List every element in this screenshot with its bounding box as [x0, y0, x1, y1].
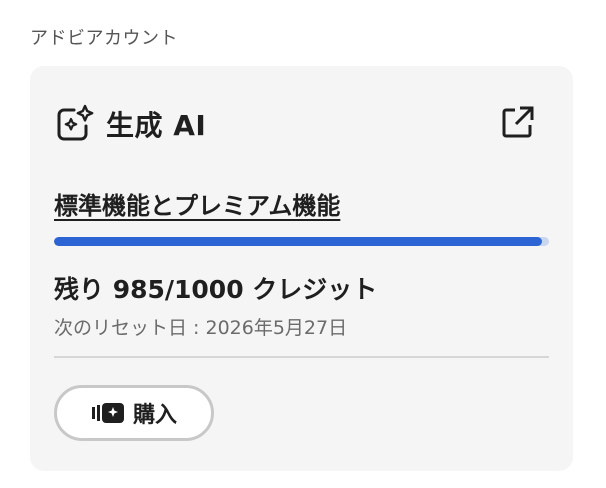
- section-title: アドビアカウント: [30, 28, 178, 49]
- credits-icon: [91, 402, 125, 424]
- card-header: 生成 AI: [54, 104, 206, 144]
- credits-progress-bar: [54, 237, 549, 246]
- generative-ai-card: 生成 AI 標準機能とプレミアム機能 残り 985/1000 クレジット 次のリ…: [30, 66, 573, 471]
- card-title: 生成 AI: [106, 109, 207, 142]
- remaining-credits: 残り 985/1000 クレジット: [54, 275, 378, 304]
- external-link-icon[interactable]: [500, 104, 536, 140]
- buy-button[interactable]: 購入: [54, 385, 214, 441]
- divider: [54, 356, 549, 358]
- buy-button-label: 購入: [132, 403, 177, 428]
- credits-progress-fill: [54, 237, 542, 246]
- reset-date: 次のリセット日 : 2026年5月27日: [54, 317, 348, 339]
- premium-features-link[interactable]: 標準機能とプレミアム機能: [54, 186, 340, 221]
- generative-ai-sparkle-icon: [54, 104, 96, 144]
